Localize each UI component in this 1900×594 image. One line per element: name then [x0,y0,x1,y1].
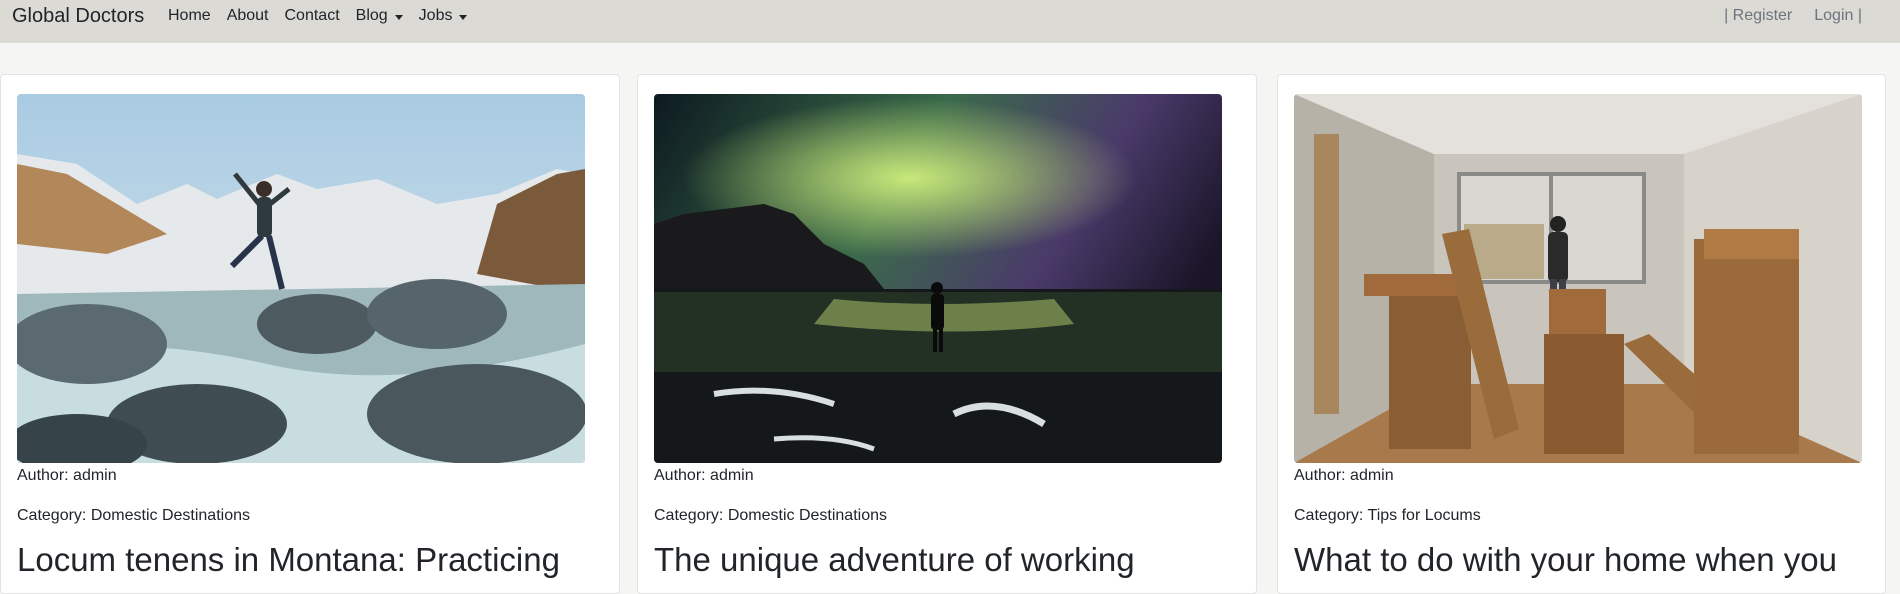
author-label: Author: [1294,467,1346,484]
post-title[interactable]: The unique adventure of working [654,541,1244,579]
nav-contact[interactable]: Contact [285,7,340,25]
blog-card[interactable]: Author: admin Category: Domestic Destina… [637,74,1257,594]
nav-blog-label: Blog [355,7,388,24]
category-name[interactable]: Domestic Destinations [91,507,250,524]
login-link[interactable]: Login | [1814,7,1862,25]
category-name[interactable]: Tips for Locums [1368,507,1481,524]
nav-blog-dropdown[interactable]: Blog [356,7,403,25]
author-name: admin [1350,467,1394,484]
author-label: Author: [17,467,69,484]
post-category: Category: Domestic Destinations [654,507,887,525]
mountain-river-jumper-photo [17,94,585,463]
brand-logo[interactable]: Global Doctors [12,5,144,28]
nav-links: Home About Contact Blog Jobs [168,7,483,25]
moving-boxes-room-photo [1294,94,1862,463]
category-label: Category: [1294,507,1364,524]
blog-card[interactable]: Author: admin Category: Domestic Destina… [0,74,620,594]
post-title[interactable]: What to do with your home when you [1294,541,1884,579]
post-category: Category: Domestic Destinations [17,507,250,525]
nav-home[interactable]: Home [168,7,211,25]
blog-card[interactable]: Author: admin Category: Tips for Locums … [1277,74,1886,594]
blog-card-image[interactable] [654,94,1222,463]
nav-about-label: About [226,7,269,24]
post-category: Category: Tips for Locums [1294,507,1481,525]
aurora-beach-photo [654,94,1222,463]
nav-about[interactable]: About [227,7,269,25]
navbar: Global Doctors Home About Contact Blog J… [0,0,1900,43]
caret-down-icon [394,14,403,20]
nav-home-label: Home [168,7,211,24]
caret-down-icon [459,14,468,20]
nav-contact-label: Contact [284,7,340,24]
author-label: Author: [654,467,706,484]
nav-jobs-label: Jobs [418,7,453,24]
category-label: Category: [654,507,724,524]
blog-card-image[interactable] [1294,94,1862,463]
post-title[interactable]: Locum tenens in Montana: Practicing [17,541,607,579]
post-author: Author: admin [654,467,754,485]
author-name: admin [73,467,117,484]
blog-card-image[interactable] [17,94,585,463]
post-author: Author: admin [1294,467,1394,485]
nav-jobs-dropdown[interactable]: Jobs [419,7,468,25]
register-link[interactable]: | Register [1724,7,1792,25]
post-author: Author: admin [17,467,117,485]
category-label: Category: [17,507,87,524]
auth-links: | Register Login | [1702,7,1862,25]
category-name[interactable]: Domestic Destinations [728,507,887,524]
author-name: admin [710,467,754,484]
